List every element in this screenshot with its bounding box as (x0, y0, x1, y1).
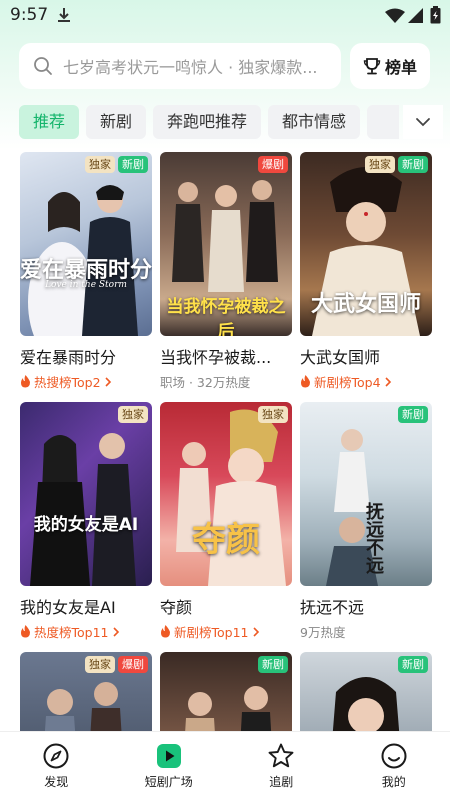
new-badge: 新剧 (398, 656, 428, 673)
flame-icon (21, 625, 30, 638)
drama-poster: 当我怀孕被裁之后 爆剧 (160, 152, 292, 336)
drama-rank-text: 新剧榜Top4 (314, 375, 381, 390)
drama-card[interactable]: 我的女友是AI 独家 我的女友是AI 热度榜Top11 (20, 402, 152, 641)
flame-icon (21, 375, 30, 388)
badge-group: 新剧 (398, 406, 428, 423)
nav-following[interactable]: 追剧 (225, 732, 338, 800)
bottom-navigation: 发现 短剧广场 追剧 我的 (0, 731, 450, 800)
drama-poster: 我的女友是AI 独家 (20, 402, 152, 586)
drama-rank: 热度榜Top11 (20, 622, 152, 641)
search-placeholder: 七岁高考状元一鸣惊人 · 独家爆款... (63, 58, 318, 77)
drama-poster: 大武女国师 独家 新剧 (300, 152, 432, 336)
nav-label: 追剧 (269, 775, 294, 789)
poster-title: 大武女国师 (310, 291, 421, 317)
drama-title: 大武女国师 (300, 348, 381, 367)
nav-label: 短剧广场 (144, 775, 193, 789)
drama-title: 当我怀孕被裁... (160, 348, 272, 367)
star-icon (268, 743, 294, 768)
chevron-right-icon (384, 376, 391, 387)
ranking-label: 榜单 (384, 58, 417, 77)
tab-more-partial[interactable] (367, 105, 399, 139)
new-badge: 新剧 (398, 156, 428, 173)
drama-card[interactable]: 爱在暴雨时分 Love in the Storm 独家 新剧 爱在暴雨时分 热搜… (20, 152, 152, 391)
badge-group: 新剧 (398, 656, 428, 673)
poster-art (30, 433, 136, 586)
drama-title: 夺颜 (160, 598, 193, 617)
wifi-icon (385, 8, 405, 23)
status-time: 9:57 (10, 5, 49, 25)
exclusive-badge: 独家 (118, 406, 148, 423)
badge-group: 独家 (118, 406, 148, 423)
tab-new[interactable]: 新剧 (86, 105, 147, 139)
drama-card[interactable]: 抚远不远 新剧 抚远不远 9万热度 (300, 402, 432, 641)
flame-icon (301, 375, 310, 388)
hit-badge: 爆剧 (118, 656, 148, 673)
new-badge: 新剧 (118, 156, 148, 173)
poster-subtitle: Love in the Storm (45, 280, 127, 290)
signal-icon (408, 8, 423, 23)
nav-label: 我的 (381, 775, 406, 789)
exclusive-badge: 独家 (365, 156, 395, 173)
poster-title: 夺颜 (192, 520, 260, 560)
drama-meta: 9万热度 (300, 625, 346, 640)
poster-art (28, 185, 138, 336)
exclusive-badge: 独家 (85, 156, 115, 173)
download-icon (58, 8, 70, 22)
badge-group: 新剧 (258, 656, 288, 673)
nav-short-drama-plaza[interactable]: 短剧广场 (113, 732, 226, 800)
badge-group: 独家 新剧 (85, 156, 148, 173)
poster-title: 抚远不远 (363, 502, 384, 574)
drama-rank: 热搜榜Top2 (20, 372, 152, 391)
drama-poster: 爱在暴雨时分 Love in the Storm 独家 新剧 (20, 152, 152, 336)
badge-group: 独家 新剧 (365, 156, 428, 173)
poster-title: 当我怀孕被裁之后 (166, 297, 286, 336)
drama-rank-text: 热度榜Top11 (34, 625, 109, 640)
drama-meta: 职场 · 32万热度 (160, 375, 251, 390)
nav-discover[interactable]: 发现 (0, 732, 113, 800)
compass-icon (43, 743, 69, 769)
drama-card[interactable]: 夺颜 独家 夺颜 新剧榜Top11 (160, 402, 292, 641)
drama-card[interactable]: 当我怀孕被裁之后 爆剧 当我怀孕被裁... 职场 · 32万热度 (160, 152, 292, 391)
trophy-icon (363, 58, 381, 75)
drama-title: 抚远不远 (300, 598, 365, 617)
badge-group: 独家 (258, 406, 288, 423)
tab-urban-romance[interactable]: 都市情感 (268, 105, 361, 139)
drama-rank-text: 热搜榜Top2 (34, 375, 101, 390)
ranking-button[interactable]: 榜单 (350, 43, 430, 89)
smiley-icon (381, 743, 407, 769)
badge-group: 独家 爆剧 (85, 656, 148, 673)
status-bar: 9:57 (0, 0, 450, 30)
play-square-icon (156, 744, 181, 768)
search-bar[interactable]: 七岁高考状元一鸣惊人 · 独家爆款... (19, 43, 341, 89)
search-icon (34, 57, 52, 75)
poster-title: 我的女友是AI (33, 515, 139, 535)
chevron-right-icon (104, 376, 111, 387)
category-tabs: 推荐 新剧 奔跑吧推荐 都市情感 (19, 105, 399, 139)
flame-icon (161, 625, 170, 638)
exclusive-badge: 独家 (258, 406, 288, 423)
hit-badge: 爆剧 (258, 156, 288, 173)
badge-group: 爆剧 (258, 156, 288, 173)
drama-rank: 新剧榜Top4 (300, 372, 432, 391)
chevron-down-icon (416, 118, 430, 127)
nav-profile[interactable]: 我的 (338, 732, 450, 800)
chevron-right-icon (112, 626, 119, 637)
drama-card[interactable]: 大武女国师 独家 新剧 大武女国师 新剧榜Top4 (300, 152, 432, 391)
drama-rank: 新剧榜Top11 (160, 622, 292, 641)
chevron-right-icon (252, 626, 259, 637)
expand-tabs-button[interactable] (403, 105, 443, 139)
drama-rank-text: 新剧榜Top11 (174, 625, 249, 640)
battery-icon (430, 6, 441, 24)
new-badge: 新剧 (258, 656, 288, 673)
tab-running-man[interactable]: 奔跑吧推荐 (153, 105, 262, 139)
drama-poster: 夺颜 独家 (160, 402, 292, 586)
new-badge: 新剧 (398, 406, 428, 423)
nav-label: 发现 (44, 775, 69, 789)
drama-title: 我的女友是AI (20, 598, 116, 617)
exclusive-badge: 独家 (85, 656, 115, 673)
tab-recommend[interactable]: 推荐 (19, 105, 80, 139)
drama-poster: 抚远不远 新剧 (300, 402, 432, 586)
drama-title: 爱在暴雨时分 (20, 348, 117, 367)
